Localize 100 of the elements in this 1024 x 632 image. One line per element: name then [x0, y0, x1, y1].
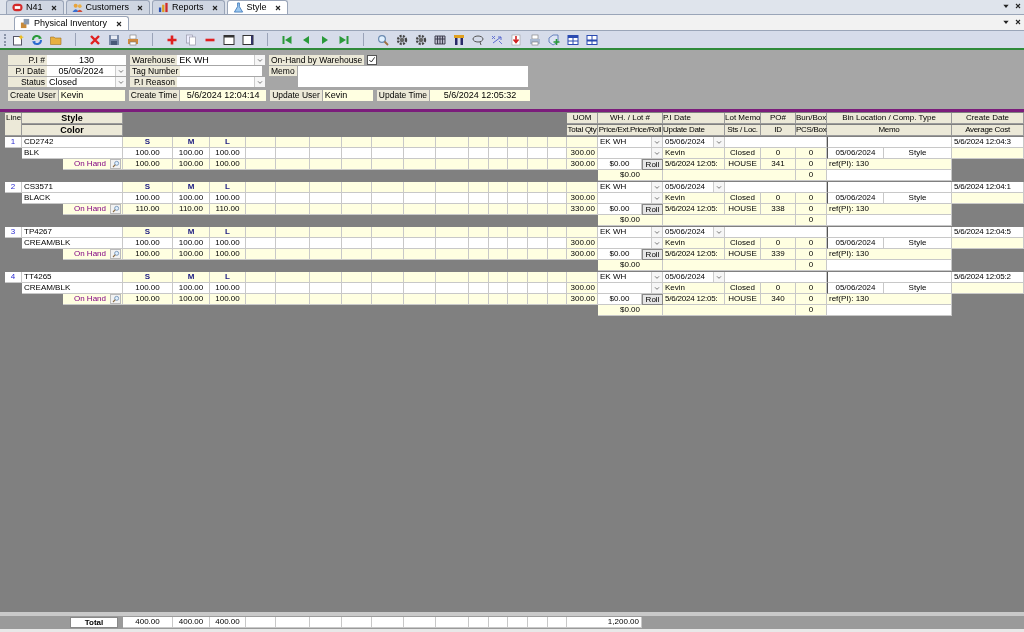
table-cell: 0: [796, 170, 827, 181]
dropdown-arrow-icon[interactable]: [713, 182, 724, 192]
size-header: M: [173, 227, 210, 238]
warehouse-dropdown[interactable]: EK WH: [177, 55, 265, 65]
tab-label[interactable]: Reports: [172, 2, 204, 13]
dropdown-arrow-icon[interactable]: [651, 148, 662, 158]
tab-label[interactable]: Customers: [85, 2, 130, 13]
dropdown-arrow-icon[interactable]: [651, 193, 662, 203]
tab[interactable]: Customers: [65, 0, 151, 14]
gear-icon[interactable]: [396, 33, 408, 46]
table-cell: Style: [884, 283, 952, 294]
dropdown-arrow-icon[interactable]: [713, 137, 724, 147]
last-icon[interactable]: [338, 33, 350, 46]
memo-field[interactable]: [297, 66, 528, 87]
grid-icon[interactable]: [434, 33, 446, 46]
dropdown-arrow-icon[interactable]: [651, 227, 662, 237]
close-icon[interactable]: [273, 3, 282, 12]
size-header: S: [123, 182, 173, 193]
printer-icon[interactable]: [529, 33, 541, 46]
add-icon[interactable]: [166, 33, 178, 46]
table-cell: $0.00: [598, 305, 663, 316]
dropdown-arrow-icon[interactable]: [651, 238, 662, 248]
table-cell: TT4265: [22, 272, 123, 283]
table-icon[interactable]: [567, 33, 579, 46]
logo-icon: [12, 2, 23, 13]
folder-icon[interactable]: [50, 33, 62, 46]
table-cell: $0.00: [598, 215, 663, 226]
size-header: L: [210, 182, 246, 193]
lot-dropdown[interactable]: [598, 148, 663, 159]
table-icon[interactable]: [586, 33, 598, 46]
table-cell: 100.00: [123, 294, 173, 305]
lasso-icon[interactable]: [472, 33, 484, 46]
first-icon[interactable]: [281, 33, 293, 46]
tab-label[interactable]: Style: [246, 2, 267, 13]
close-icon[interactable]: [136, 3, 145, 12]
on-hand-label: On Hand: [73, 294, 106, 304]
dropdown-arrow-icon[interactable]: [254, 55, 265, 65]
tag-number-field[interactable]: [180, 66, 262, 76]
date-picker[interactable]: 05/06/2024: [47, 66, 126, 76]
table-cell: 1,200.00: [567, 617, 642, 628]
lot-dropdown[interactable]: [598, 193, 663, 204]
tab[interactable]: Style: [226, 0, 288, 14]
window-icon[interactable]: [242, 33, 254, 46]
table-cell: 330.00: [567, 204, 598, 215]
table-cell: 0: [796, 283, 827, 294]
table-cell: Style: [884, 193, 952, 204]
table-cell: BLK: [22, 148, 123, 159]
dropdown-arrow-icon[interactable]: [713, 272, 724, 282]
on-hand-label: On Hand: [73, 249, 106, 259]
lookup-button[interactable]: [110, 159, 121, 169]
dropdown-arrow-icon[interactable]: [651, 283, 662, 293]
lot-dropdown[interactable]: [598, 238, 663, 249]
columns-icon[interactable]: [453, 33, 465, 46]
dropdown-arrow-icon[interactable]: [651, 182, 662, 192]
export-icon[interactable]: [510, 33, 522, 46]
copy-icon[interactable]: [185, 33, 197, 46]
table-cell: $0.00: [598, 170, 663, 181]
size-header: L: [210, 137, 246, 148]
on-hand-label: On Hand: [73, 159, 106, 169]
close-icon[interactable]: [210, 3, 219, 12]
tab[interactable]: Physical Inventory: [14, 16, 130, 30]
close-icon[interactable]: [49, 3, 58, 12]
lookup-button[interactable]: [110, 204, 121, 214]
gear-icon[interactable]: [415, 33, 427, 46]
checkbox[interactable]: [367, 55, 378, 65]
tab[interactable]: Reports: [152, 0, 225, 14]
column-header: Create Date: [952, 113, 1024, 124]
dropdown-arrow-icon[interactable]: [115, 77, 126, 87]
close-icon[interactable]: [1014, 18, 1022, 26]
refresh-icon[interactable]: [31, 33, 43, 46]
size-header: S: [123, 272, 173, 283]
dropdown-arrow-icon[interactable]: [651, 272, 662, 282]
delete-icon[interactable]: [89, 33, 101, 46]
new-document-icon[interactable]: [12, 33, 24, 46]
close-icon[interactable]: [1014, 2, 1022, 10]
window-icon[interactable]: [223, 33, 235, 46]
save-icon[interactable]: [108, 33, 120, 46]
tab-label[interactable]: Physical Inventory: [34, 18, 108, 29]
dropdown-arrow-icon[interactable]: [651, 137, 662, 147]
lookup-button[interactable]: [110, 294, 121, 304]
tab[interactable]: N41: [6, 0, 64, 14]
field-label: Warehouse: [130, 55, 178, 65]
dropdown-arrow-icon[interactable]: [713, 227, 724, 237]
lot-dropdown[interactable]: [598, 283, 663, 294]
close-icon[interactable]: [115, 19, 124, 28]
dropdown-arrow-icon[interactable]: [115, 66, 126, 76]
printer-icon[interactable]: [127, 33, 139, 46]
status-dropdown[interactable]: Closed: [47, 77, 126, 87]
field-value: Kevin: [58, 90, 125, 101]
dropdown-arrow-icon[interactable]: [254, 77, 265, 87]
tag-add-icon[interactable]: [548, 33, 560, 46]
table-cell: 100.00: [173, 249, 210, 260]
reason-dropdown[interactable]: [177, 77, 265, 87]
pi-number-field[interactable]: 130: [47, 55, 126, 65]
table-cell: 300.00: [567, 249, 598, 260]
lookup-button[interactable]: [110, 249, 121, 259]
swap-axes-icon[interactable]: [491, 33, 503, 46]
field-value: Kevin: [322, 90, 373, 101]
tab-label[interactable]: N41: [26, 2, 43, 13]
search-icon[interactable]: [377, 33, 389, 46]
